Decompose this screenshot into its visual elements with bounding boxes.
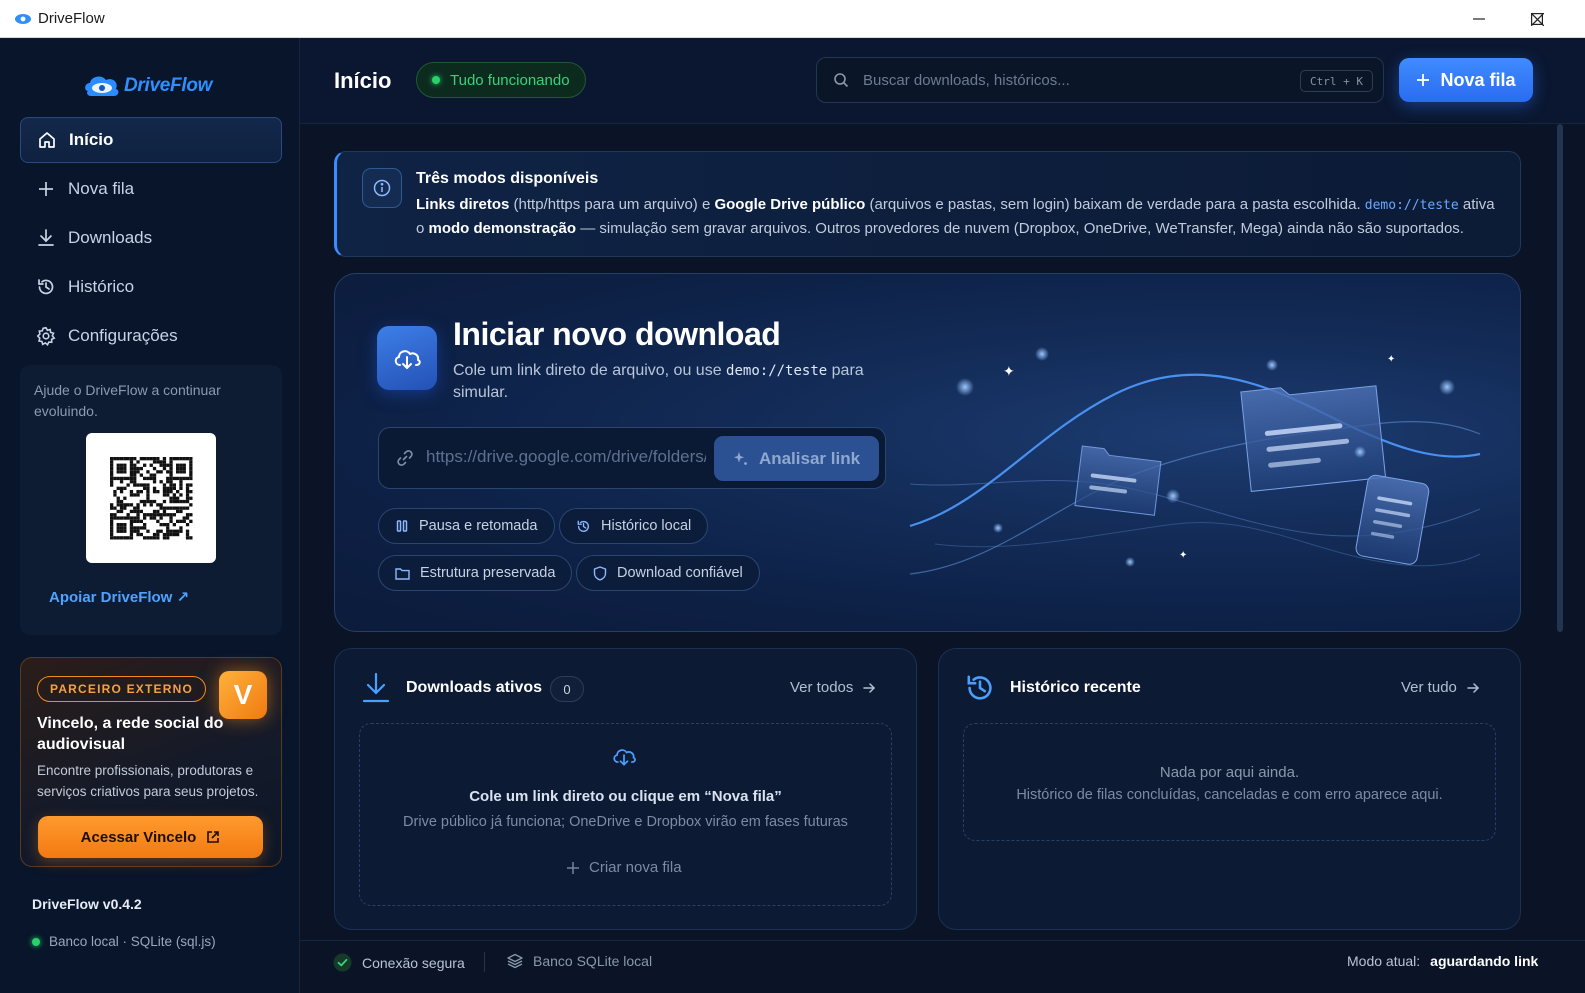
info-title: Três modos disponíveis bbox=[416, 170, 599, 187]
hero-title: Iniciar novo download bbox=[453, 316, 781, 352]
folder-icon bbox=[395, 567, 410, 580]
home-icon bbox=[39, 132, 55, 148]
arrow-right-icon bbox=[863, 682, 876, 693]
pause-icon bbox=[396, 520, 408, 532]
recent-history-empty-state bbox=[963, 723, 1496, 841]
current-mode-value: aguardando link bbox=[1430, 953, 1539, 969]
active-downloads-title: Downloads ativos bbox=[406, 679, 543, 696]
support-text: Ajude o DriveFlow a continuar evoluindo. bbox=[34, 382, 221, 419]
external-link-icon bbox=[207, 831, 220, 843]
minimize-icon bbox=[1473, 18, 1485, 20]
analyze-link-label: Analisar link bbox=[758, 448, 861, 468]
history-icon bbox=[38, 279, 54, 295]
qr-code-icon bbox=[110, 457, 193, 540]
close-button[interactable] bbox=[1508, 0, 1566, 38]
download-icon bbox=[358, 670, 394, 706]
app-logo-icon bbox=[15, 14, 31, 24]
shortcut-hint: Ctrl + K bbox=[1300, 70, 1373, 92]
database-status: Banco SQLite local bbox=[507, 953, 652, 969]
partner-description: Encontre profissionais, produtoras e ser… bbox=[37, 763, 259, 799]
search-icon bbox=[834, 73, 849, 88]
qr-code-image bbox=[86, 433, 216, 563]
info-text: Links diretos (http/https para um arquiv… bbox=[416, 196, 1495, 237]
window-titlebar: DriveFlow bbox=[0, 0, 1585, 38]
close-icon bbox=[1530, 12, 1544, 26]
sparkle-icon bbox=[733, 451, 747, 465]
app-version: DriveFlow v0.4.2 bbox=[32, 896, 142, 912]
sidebar-item-label: Nova fila bbox=[68, 179, 135, 198]
empty-state-title: Nada por aqui ainda. bbox=[1159, 764, 1300, 781]
hero-subtitle: Cole um link direto de arquivo, ou use d… bbox=[453, 362, 864, 401]
feature-chip: Pausa e retomada bbox=[378, 508, 555, 544]
access-vincelo-button[interactable]: Acessar Vincelo bbox=[38, 816, 263, 858]
history-icon bbox=[962, 670, 998, 706]
partner-badge: PARCEIRO EXTERNO bbox=[37, 676, 206, 702]
sidebar-item-downloads[interactable]: Downloads bbox=[20, 215, 282, 261]
svg-text:✦: ✦ bbox=[1003, 364, 1015, 380]
svg-text:✦: ✦ bbox=[1179, 550, 1187, 561]
status-badge: Tudo funcionando bbox=[416, 62, 586, 98]
plus-icon bbox=[39, 182, 53, 196]
history-icon bbox=[577, 520, 590, 532]
plus-icon bbox=[567, 861, 579, 874]
layers-icon bbox=[507, 953, 523, 969]
see-all-history-link[interactable]: Ver tudo bbox=[1401, 679, 1480, 696]
feature-chip: Download confiável bbox=[576, 555, 760, 591]
create-queue-link[interactable]: Criar nova fila bbox=[567, 859, 682, 876]
sidebar-item-label: Início bbox=[69, 130, 114, 149]
feature-chip: Histórico local bbox=[559, 508, 709, 544]
secure-connection-status: Conexão segura bbox=[333, 953, 465, 972]
arrow-right-icon bbox=[1467, 682, 1479, 693]
empty-state-subtitle: Histórico de filas concluídas, cancelada… bbox=[1016, 787, 1443, 803]
status-dot-icon bbox=[432, 76, 440, 84]
search-input[interactable] bbox=[863, 71, 1283, 89]
link-icon bbox=[397, 450, 413, 466]
url-input[interactable] bbox=[426, 447, 706, 467]
window-title: DriveFlow bbox=[38, 10, 105, 27]
cloud-download-icon bbox=[377, 326, 437, 390]
search-box: Ctrl + K bbox=[816, 57, 1384, 103]
recent-history-title: Histórico recente bbox=[1010, 679, 1141, 696]
access-vincelo-label: Acessar Vincelo bbox=[80, 828, 197, 846]
db-status: Banco local · SQLite (sql.js) bbox=[32, 934, 216, 949]
page-title: Início bbox=[334, 68, 392, 93]
logo-text: DriveFlow bbox=[124, 75, 213, 96]
feature-chip: Estrutura preservada bbox=[378, 555, 573, 591]
minimize-button[interactable] bbox=[1450, 0, 1508, 38]
sidebar-item-nova-fila[interactable]: Nova fila bbox=[20, 166, 282, 212]
svg-text:✦: ✦ bbox=[1387, 354, 1395, 365]
sidebar-item-label: Downloads bbox=[68, 228, 153, 247]
check-circle-icon bbox=[333, 953, 352, 972]
current-mode: Modo atual: aguardando link bbox=[1347, 953, 1539, 969]
db-status-label: Banco local · SQLite (sql.js) bbox=[49, 934, 216, 949]
plus-icon bbox=[1417, 74, 1430, 86]
active-downloads-count: 0 bbox=[550, 676, 584, 702]
empty-state-subtitle: Drive público já funciona; OneDrive e Dr… bbox=[403, 814, 848, 830]
download-icon bbox=[38, 229, 54, 246]
sidebar-item-historico[interactable]: Histórico bbox=[20, 264, 282, 310]
shield-icon bbox=[593, 565, 607, 581]
gear-icon bbox=[36, 326, 56, 346]
cloud-download-icon bbox=[613, 749, 636, 766]
vincelo-logo: V bbox=[219, 671, 267, 719]
see-all-downloads-link[interactable]: Ver todos bbox=[790, 679, 876, 696]
divider bbox=[484, 952, 485, 972]
partner-title: Vincelo, a rede social do audiovisual bbox=[37, 715, 224, 753]
sidebar-item-label: Configurações bbox=[68, 326, 178, 345]
status-label: Tudo funcionando bbox=[450, 71, 570, 89]
empty-state-title: Cole um link direto ou clique em “Nova f… bbox=[469, 788, 782, 805]
sidebar-item-inicio[interactable]: Início bbox=[20, 117, 282, 163]
new-queue-label: Nova fila bbox=[1440, 69, 1516, 90]
scrollbar[interactable] bbox=[1557, 124, 1563, 632]
analyze-link-button[interactable]: Analisar link bbox=[714, 436, 879, 481]
support-link[interactable]: Apoiar DriveFlow ↗ bbox=[49, 588, 189, 606]
sidebar-item-label: Histórico bbox=[68, 277, 135, 296]
status-dot-icon bbox=[32, 937, 40, 946]
sidebar-item-configuracoes[interactable]: Configurações bbox=[20, 313, 282, 359]
new-queue-button[interactable]: Nova fila bbox=[1399, 58, 1533, 102]
info-icon bbox=[362, 168, 402, 208]
